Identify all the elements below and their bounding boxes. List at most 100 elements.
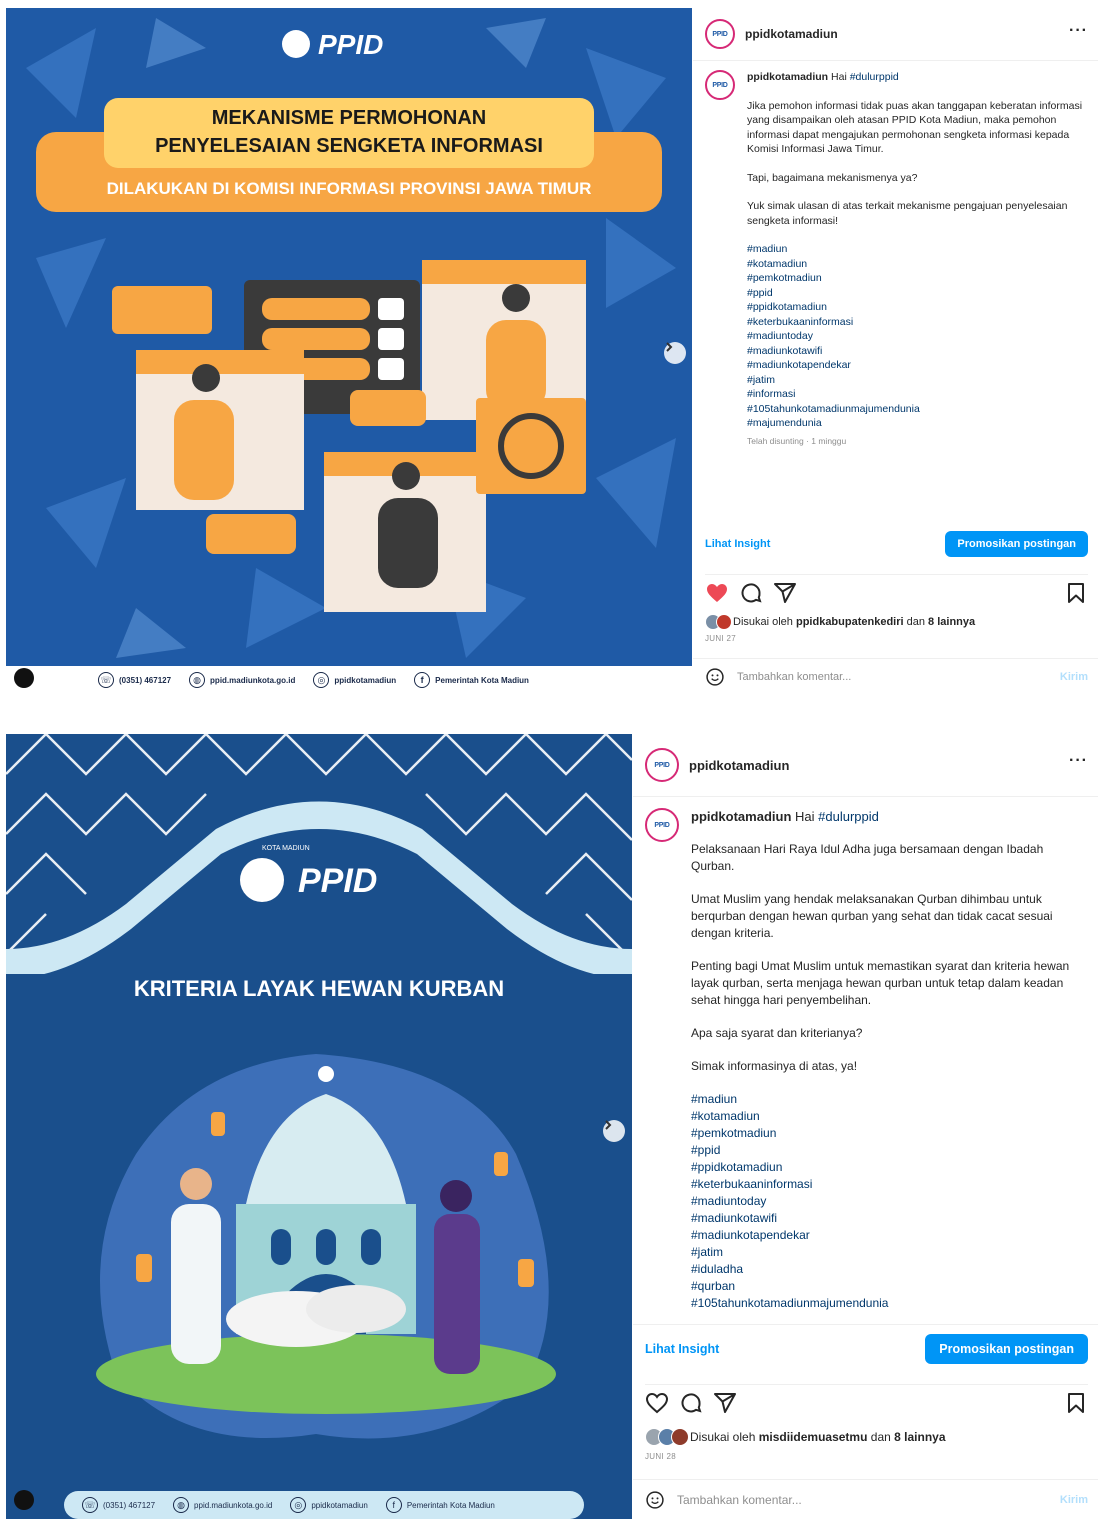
share-icon[interactable] — [713, 1391, 737, 1415]
tagged-users-icon[interactable] — [14, 1490, 34, 1510]
liker-username[interactable]: misdiidemuasetmu — [759, 1430, 868, 1444]
hashtag-link[interactable]: #informasi — [747, 387, 1088, 402]
bookmark-icon[interactable] — [1064, 581, 1088, 605]
caption: PPID ppidkotamadiun Hai #dulurppid Jika … — [705, 70, 1088, 448]
caption-paragraph: Pelaksanaan Hari Raya Idul Adha juga ber… — [691, 842, 1044, 873]
emoji-icon[interactable] — [705, 667, 725, 687]
comment-input[interactable]: Tambahkan komentar... — [737, 671, 1060, 683]
share-icon[interactable] — [773, 581, 797, 605]
comment-icon[interactable] — [739, 581, 763, 605]
hashtag-link[interactable]: #ppidkotamadiun — [747, 300, 1088, 315]
post-date: JUNI 28 — [645, 1452, 676, 1461]
caption-greeting: Hai — [795, 809, 815, 824]
send-comment-button[interactable]: Kirim — [1060, 671, 1088, 683]
hashtag-link[interactable]: #madiun — [691, 1091, 1088, 1108]
hashtag-link[interactable]: #105tahunkotamadiunmajumendunia — [747, 402, 1088, 417]
caption-paragraph: Jika pemohon informasi tidak puas akan t… — [747, 99, 1083, 156]
emoji-icon[interactable] — [645, 1490, 665, 1510]
insight-bar: Lihat Insight Promosikan postingan — [693, 526, 1098, 562]
hashtag-link[interactable]: #qurban — [691, 1278, 1088, 1295]
post-username[interactable]: ppidkotamadiun — [689, 758, 789, 773]
more-icon[interactable]: ··· — [1069, 22, 1088, 40]
view-insight-link[interactable]: Lihat Insight — [705, 538, 770, 550]
post-header: PPID ppidkotamadiun ··· — [693, 8, 1098, 61]
caption: PPID ppidkotamadiun Hai #dulurppid Pelak… — [645, 808, 1088, 1312]
heart-icon[interactable] — [645, 1391, 669, 1415]
action-icons — [645, 1384, 1088, 1415]
post-card: PPID MEKANISME PERMOHONAN PENYELESAIAN S… — [6, 8, 1098, 694]
hashtag-link[interactable]: #105tahunkotamadiunmajumendunia — [691, 1295, 1088, 1312]
hashtag-link[interactable]: #keterbukaaninformasi — [691, 1176, 1088, 1193]
avatar[interactable]: PPID — [645, 748, 679, 782]
globe-icon: ◍ — [173, 1497, 190, 1513]
likes-summary: Disukai oleh ppidkabupatenkediri dan 8 l… — [705, 614, 1088, 630]
caption-hashtag-link[interactable]: #dulurppid — [818, 809, 879, 824]
hashtag-link[interactable]: #ppid — [691, 1142, 1088, 1159]
likes-others-link[interactable]: 8 lainnya — [928, 616, 975, 628]
promote-post-button[interactable]: Promosikan postingan — [925, 1333, 1088, 1364]
liker-username[interactable]: ppidkabupatenkediri — [796, 616, 904, 628]
poster-brand: PPID — [318, 29, 383, 60]
poster-illustration: PPID MEKANISME PERMOHONAN PENYELESAIAN S… — [6, 8, 692, 694]
action-icons — [705, 574, 1088, 605]
post-image[interactable]: KOTA MADIUN PPID KRITERIA LAYAK HEWAN KU… — [6, 734, 632, 1519]
post-username[interactable]: ppidkotamadiun — [745, 27, 838, 41]
hashtag-link[interactable]: #jatim — [747, 373, 1088, 388]
avatar[interactable]: PPID — [705, 19, 735, 49]
hashtag-link[interactable]: #pemkotmadiun — [691, 1125, 1088, 1142]
heart-icon[interactable] — [705, 581, 729, 605]
phone-icon: ☏ — [98, 672, 114, 688]
hashtag-link[interactable]: #pemkotmadiun — [747, 271, 1088, 286]
caption-hashtag-link[interactable]: #dulurppid — [850, 71, 899, 83]
likes-middle: dan — [870, 1430, 891, 1444]
hashtag-link[interactable]: #madiuntoday — [691, 1193, 1088, 1210]
caption-avatar[interactable]: PPID — [705, 70, 735, 100]
caption-greeting: Hai — [831, 71, 847, 83]
caption-avatar[interactable]: PPID — [645, 808, 679, 842]
poster-fb: Pemerintah Kota Madiun — [406, 1500, 495, 1510]
hashtag-link[interactable]: #kotamadiun — [691, 1108, 1088, 1125]
instagram-icon: ◎ — [290, 1497, 307, 1513]
poster-phone: (0351) 467127 — [119, 675, 172, 685]
hashtag-link[interactable]: #majumendunia — [747, 416, 1088, 431]
comment-icon[interactable] — [679, 1391, 703, 1415]
comment-bar: Tambahkan komentar... Kirim — [693, 658, 1098, 694]
hashtag-link[interactable]: #ppid — [747, 286, 1088, 301]
more-icon[interactable]: ··· — [1069, 752, 1088, 770]
facebook-icon: f — [385, 1497, 402, 1513]
likes-prefix: Disukai oleh — [733, 616, 793, 628]
insight-bar: Lihat Insight Promosikan postingan — [633, 1324, 1098, 1372]
bookmark-icon[interactable] — [1064, 1391, 1088, 1415]
send-comment-button[interactable]: Kirim — [1060, 1494, 1088, 1506]
hashtag-link[interactable]: #iduladha — [691, 1261, 1088, 1278]
comment-input[interactable]: Tambahkan komentar... — [677, 1493, 1060, 1507]
hashtag-link[interactable]: #madiuntoday — [747, 329, 1088, 344]
poster-footer: ☏ (0351) 467127 ◍ ppid.madiunkota.go.id ◎ p… — [82, 1491, 632, 1519]
caption-username[interactable]: ppidkotamadiun — [691, 809, 791, 824]
poster-footer: ☏ (0351) 467127 ◍ ppid.madiunkota.go.id ◎ p… — [98, 666, 692, 694]
hashtag-link[interactable]: #ppidkotamadiun — [691, 1159, 1088, 1176]
facebook-icon: f — [414, 672, 431, 688]
poster-brand: PPID — [298, 862, 377, 900]
caption-paragraph: Yuk simak ulasan di atas terkait mekanis… — [747, 200, 1068, 227]
caption-username[interactable]: ppidkotamadiun — [747, 71, 828, 83]
hashtag-link[interactable]: #kotamadiun — [747, 257, 1088, 272]
post-image[interactable]: PPID MEKANISME PERMOHONAN PENYELESAIAN S… — [6, 8, 692, 694]
hashtag-link[interactable]: #keterbukaaninformasi — [747, 315, 1088, 330]
hashtag-link[interactable]: #madiunkotawifi — [747, 344, 1088, 359]
hashtag-link[interactable]: #jatim — [691, 1244, 1088, 1261]
hashtag-link[interactable]: #madiunkotapendekar — [747, 358, 1088, 373]
view-insight-link[interactable]: Lihat Insight — [645, 1342, 719, 1356]
promote-post-button[interactable]: Promosikan postingan — [945, 531, 1088, 557]
hashtag-link[interactable]: #madiunkotawifi — [691, 1210, 1088, 1227]
next-arrow-icon[interactable] — [664, 342, 686, 364]
poster-title-line1: MEKANISME PERMOHONAN — [212, 107, 486, 129]
tagged-users-icon[interactable] — [14, 668, 34, 688]
caption-paragraph: Simak informasinya di atas, ya! — [691, 1059, 858, 1073]
edited-label: Telah disunting · 1 minggu — [747, 435, 847, 446]
next-arrow-icon[interactable] — [603, 1120, 625, 1142]
likes-others-link[interactable]: 8 lainnya — [894, 1430, 945, 1444]
hashtag-link[interactable]: #madiunkotapendekar — [691, 1227, 1088, 1244]
poster-subtitle: DILAKUKAN DI KOMISI INFORMASI PROVINSI J… — [107, 179, 592, 198]
hashtag-link[interactable]: #madiun — [747, 242, 1088, 257]
